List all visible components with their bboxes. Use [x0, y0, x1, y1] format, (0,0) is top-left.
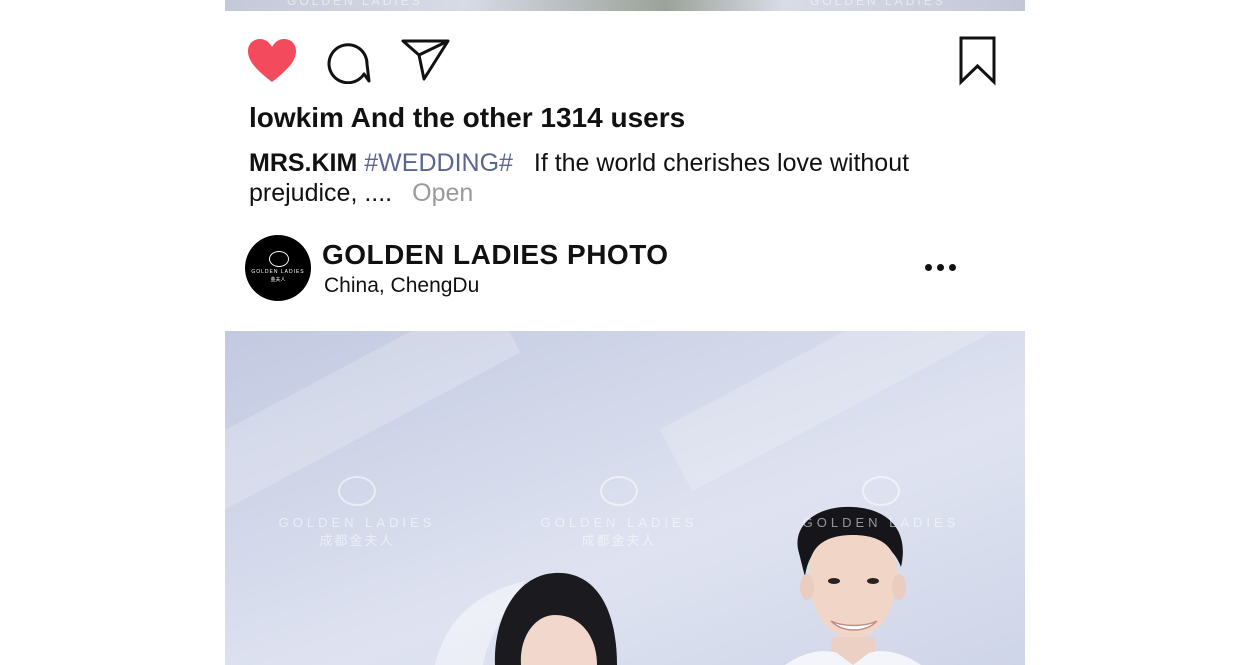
post-header: GOLDEN LADIES 金夫人 GOLDEN LADIES PHOTO Ch… [225, 234, 1025, 302]
location-city: ChengDu [390, 274, 480, 297]
caption-hashtag[interactable]: #WEDDING# [364, 149, 513, 177]
location-country: China, [324, 274, 385, 297]
bookmark-icon[interactable] [958, 36, 998, 86]
post-action-bar [225, 34, 1025, 86]
post-location[interactable]: China, ChengDu [324, 272, 479, 300]
feed-post: GOLDEN LADIES GOLDEN LADIES lowkim And t… [225, 0, 1025, 665]
photo-watermark: GOLDEN LADIES [287, 0, 423, 8]
paper-plane-icon[interactable] [401, 38, 451, 82]
photo-watermark: GOLDEN LADIES [810, 0, 946, 8]
heart-filled-icon[interactable] [247, 38, 297, 84]
brand-logo-icon [269, 251, 289, 267]
avatar[interactable]: GOLDEN LADIES 金夫人 [245, 235, 311, 301]
avatar-logo-text: GOLDEN LADIES [251, 269, 305, 275]
avatar-logo-subtext: 金夫人 [270, 277, 286, 283]
post-caption: MRS.KIM #WEDDING# If the world cherishes… [249, 148, 949, 208]
caption-open-link[interactable]: Open [412, 179, 473, 207]
post-photo[interactable]: GOLDEN LADIES 成都金夫人 GOLDEN LADIES 成都金夫人 [225, 331, 1025, 665]
more-horizontal-icon[interactable] [925, 256, 959, 280]
likes-summary[interactable]: lowkim And the other 1314 users [249, 99, 685, 137]
comment-bubble-icon[interactable] [326, 38, 372, 84]
caption-author[interactable]: MRS.KIM [249, 149, 357, 177]
photo-watermark: GOLDEN LADIES [791, 476, 971, 532]
account-name[interactable]: GOLDEN LADIES PHOTO [322, 237, 669, 273]
previous-post-photo[interactable]: GOLDEN LADIES GOLDEN LADIES [225, 0, 1025, 11]
